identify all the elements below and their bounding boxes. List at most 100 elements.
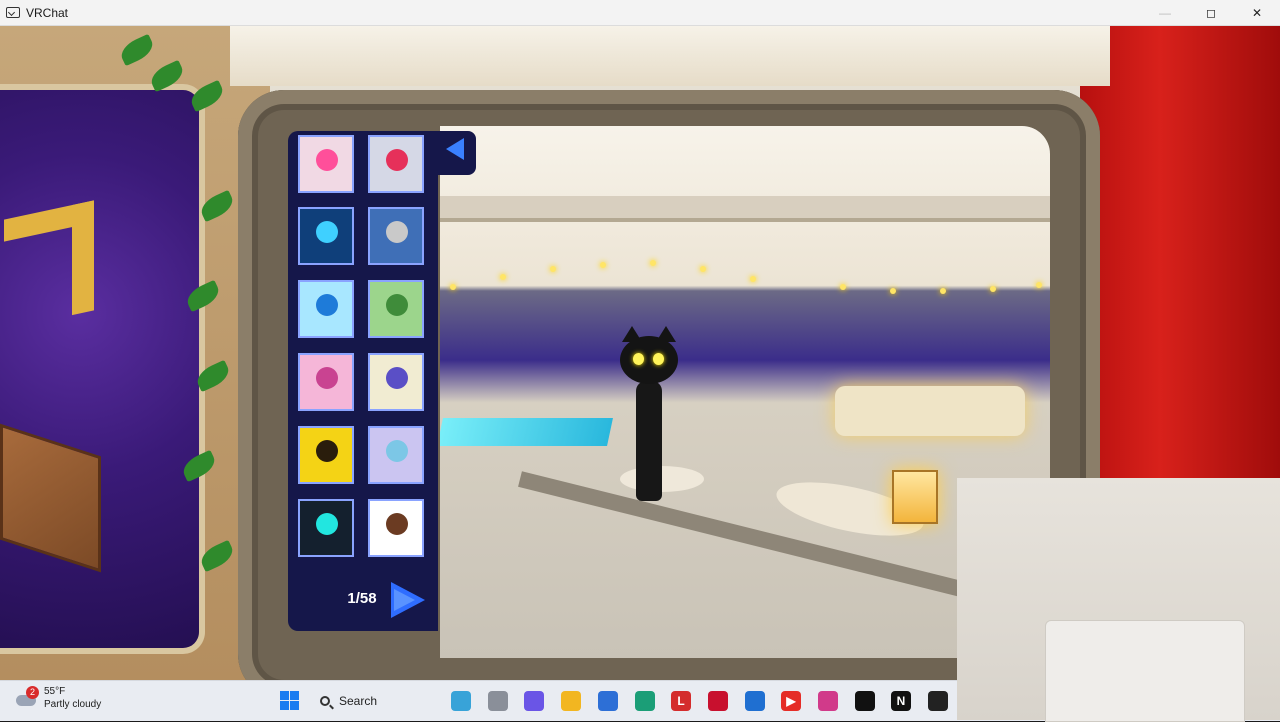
roblox-icon[interactable] bbox=[855, 691, 875, 711]
netflix-icon[interactable]: N bbox=[891, 691, 911, 711]
copilot-icon[interactable] bbox=[451, 691, 471, 711]
youtube-icon[interactable]: ▶ bbox=[781, 691, 801, 711]
arrow-right-highlight bbox=[394, 589, 415, 611]
mcafee-icon[interactable] bbox=[708, 691, 728, 711]
avatar-thumbnail-figure bbox=[386, 221, 408, 243]
avatar-thumbnail-figure bbox=[316, 149, 338, 171]
avatar-thumbnail-image bbox=[370, 428, 422, 482]
string-light bbox=[940, 288, 946, 294]
vrchat-taskbar-icon[interactable] bbox=[928, 691, 948, 711]
avatar-thumbnail-image bbox=[300, 209, 352, 263]
microsoft-store-icon[interactable] bbox=[598, 691, 618, 711]
avatar-thumbnail-image bbox=[370, 355, 422, 409]
avatar-thumbnail-image bbox=[300, 282, 352, 336]
string-light bbox=[500, 274, 506, 280]
app-l-icon[interactable]: L bbox=[671, 691, 691, 711]
avatar-thumbnail-figure bbox=[386, 294, 408, 316]
search-label: Search bbox=[339, 694, 378, 708]
avatar-thumbnail-image bbox=[300, 428, 352, 482]
string-light bbox=[1036, 282, 1042, 288]
avatar-thumb-8[interactable] bbox=[368, 353, 424, 411]
string-light bbox=[750, 276, 756, 282]
string-light bbox=[890, 288, 896, 294]
arrow-left-icon[interactable] bbox=[446, 138, 464, 160]
avatar-thumbnail-figure bbox=[386, 367, 408, 389]
avatar-thumb-7[interactable] bbox=[298, 353, 354, 411]
avatar-eye bbox=[653, 353, 664, 365]
string-light bbox=[650, 260, 656, 266]
weather-widget[interactable]: 2 55°F Partly cloudy bbox=[14, 685, 101, 711]
floor-lantern bbox=[892, 470, 938, 524]
lounge-sofa bbox=[835, 386, 1025, 436]
start-button[interactable] bbox=[280, 691, 299, 710]
ceiling bbox=[230, 26, 1110, 86]
avatar-thumbnail-image bbox=[370, 209, 422, 263]
avatar-head bbox=[620, 326, 678, 384]
edge-icon[interactable] bbox=[635, 691, 655, 711]
floor-path bbox=[518, 471, 1027, 613]
file-explorer-icon[interactable] bbox=[561, 691, 581, 711]
avatar-thumbnail-image bbox=[300, 137, 352, 191]
page-indicator: 1/58 bbox=[347, 590, 377, 607]
avatar-thumbnail-image bbox=[300, 501, 352, 555]
outlook-icon[interactable] bbox=[745, 691, 765, 711]
avatar-ear bbox=[656, 326, 676, 342]
maximize-button[interactable]: ◻ bbox=[1188, 0, 1234, 26]
avatar-thumb-9[interactable] bbox=[298, 426, 354, 484]
task-view-icon[interactable] bbox=[488, 691, 508, 711]
avatar-thumbnail-figure bbox=[386, 513, 408, 535]
glowing-pool bbox=[440, 418, 613, 446]
string-light bbox=[840, 284, 846, 290]
avatar-thumbnail-image bbox=[370, 501, 422, 555]
windows-logo-pane bbox=[290, 691, 299, 700]
avatar-pedestal bbox=[620, 466, 704, 492]
webcam-chair bbox=[1045, 620, 1245, 722]
window-title: VRChat bbox=[26, 5, 69, 20]
weather-text: 55°F Partly cloudy bbox=[44, 685, 101, 711]
minimize-button[interactable]: — bbox=[1142, 0, 1188, 26]
window-title-bar: VRChat — ◻ ✕ bbox=[0, 0, 1280, 26]
string-light bbox=[600, 262, 606, 268]
close-button[interactable]: ✕ bbox=[1234, 0, 1280, 26]
copilot-app-icon[interactable] bbox=[524, 691, 544, 711]
string-light bbox=[550, 266, 556, 272]
avatar-thumb-6[interactable] bbox=[368, 280, 424, 338]
avatar-thumb-12[interactable] bbox=[368, 499, 424, 557]
instagram-icon[interactable] bbox=[818, 691, 838, 711]
avatar-eye bbox=[633, 353, 644, 365]
vrchat-app-icon bbox=[6, 7, 20, 18]
search-icon bbox=[320, 696, 330, 706]
avatar-ear bbox=[622, 326, 642, 342]
poster-wood-sign bbox=[0, 423, 101, 573]
avatar-thumbnail-figure bbox=[316, 513, 338, 535]
windows-logo-pane bbox=[280, 691, 289, 700]
balcony-rail bbox=[440, 196, 1050, 222]
avatar-thumbnail-image bbox=[370, 137, 422, 191]
webcam-overlay bbox=[957, 478, 1280, 722]
avatar-thumbnail-figure bbox=[316, 367, 338, 389]
avatar-thumbnail-figure bbox=[316, 440, 338, 462]
avatar-thumb-3[interactable] bbox=[298, 207, 354, 265]
notification-badge: 2 bbox=[26, 686, 39, 699]
avatar-thumb-5[interactable] bbox=[298, 280, 354, 338]
string-light bbox=[990, 286, 996, 292]
avatar-thumbnail-figure bbox=[316, 294, 338, 316]
window-controls: — ◻ ✕ bbox=[1142, 0, 1280, 26]
avatar-thumb-2[interactable] bbox=[368, 135, 424, 193]
avatar-thumb-11[interactable] bbox=[298, 499, 354, 557]
partly-cloudy-icon: 2 bbox=[14, 686, 39, 709]
string-light bbox=[700, 266, 706, 272]
windows-logo-pane bbox=[290, 701, 299, 710]
string-light bbox=[450, 284, 456, 290]
avatar-thumb-10[interactable] bbox=[368, 426, 424, 484]
taskbar-search[interactable]: Search bbox=[312, 687, 440, 715]
avatar-thumbnail-figure bbox=[386, 149, 408, 171]
avatar-body bbox=[636, 381, 662, 501]
avatar-thumb-4[interactable] bbox=[368, 207, 424, 265]
avatar-thumb-1[interactable] bbox=[298, 135, 354, 193]
poster-number-graphic bbox=[4, 200, 94, 330]
windows-logo-pane bbox=[280, 701, 289, 710]
event-poster bbox=[0, 84, 205, 654]
avatar-thumbnail-figure bbox=[316, 221, 338, 243]
avatar-thumbnail-figure bbox=[386, 440, 408, 462]
